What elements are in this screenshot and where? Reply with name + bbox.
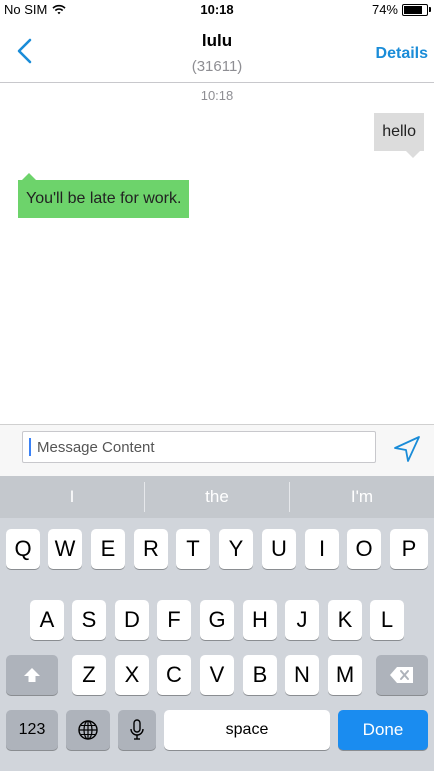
key-m[interactable]: M — [328, 655, 362, 695]
key-l[interactable]: L — [370, 600, 404, 640]
key-e[interactable]: E — [91, 529, 125, 569]
predictive-suggestion-bar: I the I'm — [0, 476, 434, 518]
battery-percentage: 74% — [371, 2, 398, 17]
suggestion-3[interactable]: I'm — [290, 476, 434, 518]
microphone-icon — [130, 719, 144, 740]
key-o[interactable]: O — [347, 529, 381, 569]
details-button[interactable]: Details — [376, 45, 428, 63]
incoming-message-bubble[interactable]: You'll be late for work. — [18, 173, 190, 218]
key-p[interactable]: P — [390, 529, 428, 569]
done-key[interactable]: Done — [338, 710, 428, 750]
globe-icon — [78, 720, 98, 740]
shift-icon — [24, 668, 40, 682]
key-t[interactable]: T — [176, 529, 210, 569]
key-x[interactable]: X — [115, 655, 149, 695]
shift-key[interactable] — [6, 655, 58, 695]
contact-name: lulu — [201, 31, 233, 50]
status-bar: No SIM 10:18 74% — [0, 0, 434, 18]
numbers-key[interactable]: 123 — [6, 710, 58, 750]
key-g[interactable]: G — [200, 600, 234, 640]
key-i[interactable]: I — [305, 529, 339, 569]
backspace-icon — [390, 667, 413, 683]
key-q[interactable]: Q — [6, 529, 40, 569]
status-time: 10:18 — [200, 2, 234, 17]
key-k[interactable]: K — [328, 600, 362, 640]
backspace-key[interactable] — [376, 655, 428, 695]
keyboard: I the I'm Q W E R T Y U I O P A S D F G … — [0, 476, 434, 771]
key-u[interactable]: U — [262, 529, 296, 569]
suggestion-1[interactable]: I — [0, 476, 144, 518]
contact-number: (31611) — [191, 58, 243, 75]
key-d[interactable]: D — [115, 600, 149, 640]
key-s[interactable]: S — [72, 600, 106, 640]
space-key[interactable]: space — [164, 710, 330, 750]
key-n[interactable]: N — [285, 655, 319, 695]
key-a[interactable]: A — [30, 600, 64, 640]
key-b[interactable]: B — [243, 655, 277, 695]
compose-bar — [0, 424, 434, 477]
key-h[interactable]: H — [243, 600, 277, 640]
key-c[interactable]: C — [157, 655, 191, 695]
key-f[interactable]: F — [157, 600, 191, 640]
suggestion-2[interactable]: the — [145, 476, 289, 518]
message-timestamp: 10:18 — [200, 88, 234, 103]
key-v[interactable]: V — [200, 655, 234, 695]
key-y[interactable]: Y — [219, 529, 253, 569]
navigation-bar: lulu (31611) Details — [0, 18, 434, 83]
key-w[interactable]: W — [48, 529, 82, 569]
key-r[interactable]: R — [134, 529, 168, 569]
status-right: 74% — [371, 2, 431, 17]
globe-key[interactable] — [66, 710, 110, 750]
outgoing-message-bubble[interactable]: hello — [374, 113, 424, 158]
text-cursor — [29, 438, 31, 456]
key-j[interactable]: J — [285, 600, 319, 640]
battery-level — [404, 5, 422, 14]
battery-icon — [402, 3, 431, 16]
message-input[interactable] — [22, 431, 376, 463]
dictation-key[interactable] — [118, 710, 156, 750]
key-z[interactable]: Z — [72, 655, 106, 695]
send-icon[interactable] — [392, 434, 422, 464]
